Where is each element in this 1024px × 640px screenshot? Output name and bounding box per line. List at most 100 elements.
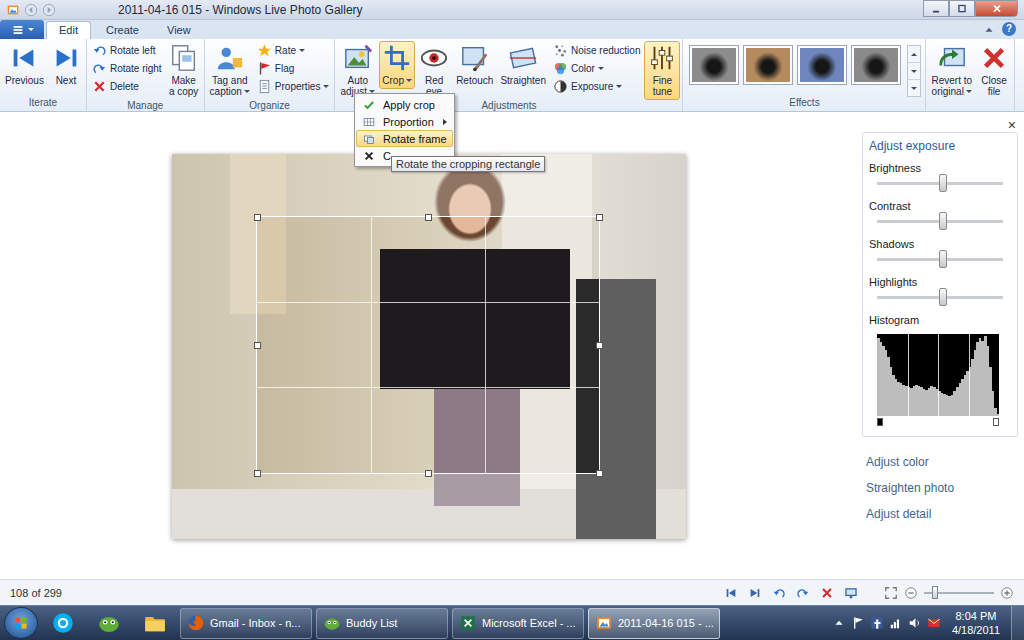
effect-thumbnail[interactable] xyxy=(797,45,847,85)
app-button[interactable] xyxy=(6,3,20,17)
ribbon-small-button[interactable]: Rotate right xyxy=(89,60,165,77)
menu-item[interactable]: Proportion xyxy=(356,113,453,130)
ribbon-small-button[interactable]: Exposure xyxy=(550,78,643,95)
slideshow-button[interactable] xyxy=(844,586,858,600)
forward-button[interactable] xyxy=(42,3,56,17)
zoom-thumb[interactable] xyxy=(932,586,938,599)
more-arrow-icon xyxy=(911,87,917,90)
collapse-ribbon-button[interactable] xyxy=(978,23,1000,37)
clock[interactable]: 8:04 PM4/18/2011 xyxy=(946,609,1006,637)
last-button[interactable] xyxy=(748,586,762,600)
fit-button[interactable] xyxy=(884,586,898,600)
crop-handle[interactable] xyxy=(254,214,261,221)
copy-icon xyxy=(169,43,199,73)
slider-thumb[interactable] xyxy=(939,250,947,268)
ribbon-button[interactable]: Closefile xyxy=(976,41,1012,100)
taskbar-button[interactable]: Buddy List xyxy=(316,608,448,639)
slider-track[interactable] xyxy=(877,182,1003,185)
maximize-button[interactable] xyxy=(949,0,975,17)
pinned-app[interactable] xyxy=(42,607,84,639)
back-button[interactable] xyxy=(24,3,38,17)
taskbar-button[interactable]: 2011-04-16 015 - ... xyxy=(588,608,720,639)
ribbon-small-button[interactable]: Rate xyxy=(254,42,333,59)
delete-button[interactable] xyxy=(820,586,834,600)
slider-track[interactable] xyxy=(877,296,1003,299)
black-point-handle[interactable] xyxy=(877,418,883,426)
effect-thumbnail[interactable] xyxy=(851,45,901,85)
ribbon-small-button[interactable]: Properties xyxy=(254,78,333,95)
slider-track[interactable] xyxy=(877,258,1003,261)
ribbon-button[interactable]: Retouch xyxy=(453,41,496,89)
ribbon-button[interactable]: Tag andcaption xyxy=(207,41,253,100)
folder-icon xyxy=(143,611,167,635)
show-desktop-button[interactable] xyxy=(1011,606,1024,640)
pinned-app[interactable] xyxy=(134,607,176,639)
menu-item[interactable]: Apply crop xyxy=(356,96,453,113)
gallery-up-button[interactable] xyxy=(908,46,920,63)
rotate-left-button[interactable] xyxy=(772,586,786,600)
white-point-handle[interactable] xyxy=(993,418,999,426)
pinned-app[interactable] xyxy=(88,607,130,639)
ribbon-button[interactable]: Crop xyxy=(379,41,415,89)
ribbon-tab[interactable]: View xyxy=(154,21,204,39)
ribbon-button[interactable]: Revert tooriginal xyxy=(928,41,975,100)
ribbon-button[interactable]: Previous xyxy=(2,41,47,89)
section-title[interactable]: Adjust exposure xyxy=(869,139,1013,153)
ribbon-button[interactable]: Next xyxy=(48,41,84,89)
photo-count: 108 of 299 xyxy=(10,587,62,599)
taskbar-button[interactable]: Gmail - Inbox - n... xyxy=(180,608,312,639)
slider-thumb[interactable] xyxy=(939,174,947,192)
ribbon-small-button[interactable]: Delete xyxy=(89,78,165,95)
crop-handle[interactable] xyxy=(254,470,261,477)
action-center-icon xyxy=(851,616,865,630)
slider-track[interactable] xyxy=(877,220,1003,223)
ribbon-small-button[interactable]: Color xyxy=(550,60,643,77)
taskbar-button[interactable]: Microsoft Excel - ... xyxy=(452,608,584,639)
help-button[interactable]: ? xyxy=(1002,22,1016,36)
volume-icon xyxy=(908,616,922,630)
ribbon-button[interactable]: Redeye xyxy=(416,41,452,100)
ribbon-small-button[interactable]: Flag xyxy=(254,60,333,77)
slider-label: Shadows xyxy=(869,238,1013,250)
button-stack: RateFlagProperties xyxy=(254,41,333,95)
ribbon-button[interactable]: Finetune xyxy=(644,41,680,100)
minimize-button[interactable] xyxy=(923,0,949,17)
effect-thumbnail[interactable] xyxy=(743,45,793,85)
crop-handle[interactable] xyxy=(596,470,603,477)
ribbon-tab[interactable]: Edit xyxy=(46,21,91,39)
zoom-out-icon xyxy=(904,586,918,600)
file-menu-button[interactable] xyxy=(0,20,44,39)
crop-handle[interactable] xyxy=(596,214,603,221)
close-panel-button[interactable]: × xyxy=(1006,118,1018,132)
ribbon-small-button[interactable]: Noise reduction xyxy=(550,42,643,59)
zoom-out-button[interactable] xyxy=(904,586,918,600)
adjust-link[interactable]: Adjust detail xyxy=(866,507,1014,521)
crop-handle[interactable] xyxy=(425,470,432,477)
ribbon-button[interactable]: Autoadjust xyxy=(337,41,378,100)
first-button[interactable] xyxy=(724,586,738,600)
crop-handle[interactable] xyxy=(254,342,261,349)
gallery-more-button[interactable] xyxy=(908,80,920,96)
zoom-slider[interactable] xyxy=(924,592,994,594)
start-button[interactable] xyxy=(4,607,38,639)
menu-item[interactable]: Rotate frame xyxy=(356,130,453,147)
ribbon-tab[interactable]: Create xyxy=(93,21,152,39)
photo-gallery-icon xyxy=(6,3,20,17)
crop-handle[interactable] xyxy=(425,214,432,221)
crop-rectangle[interactable] xyxy=(256,216,600,474)
adjust-link[interactable]: Straighten photo xyxy=(866,481,1014,495)
close-window-button[interactable] xyxy=(975,0,1018,17)
slider-thumb[interactable] xyxy=(939,288,947,306)
zoom-in-button[interactable] xyxy=(1000,586,1014,600)
slider-thumb[interactable] xyxy=(939,212,947,230)
ribbon-small-button[interactable]: Rotate left xyxy=(89,42,165,59)
rotate-right-button[interactable] xyxy=(796,586,810,600)
adjust-link[interactable]: Adjust color xyxy=(866,455,1014,469)
group-label: Manage xyxy=(89,100,202,112)
gallery-down-button[interactable] xyxy=(908,63,920,80)
slider-row: Shadows xyxy=(869,238,1013,261)
crop-handle[interactable] xyxy=(596,342,603,349)
ribbon-button[interactable]: Makea copy xyxy=(166,41,202,100)
effect-thumbnail[interactable] xyxy=(689,45,739,85)
ribbon-button[interactable]: Straighten xyxy=(497,41,549,89)
